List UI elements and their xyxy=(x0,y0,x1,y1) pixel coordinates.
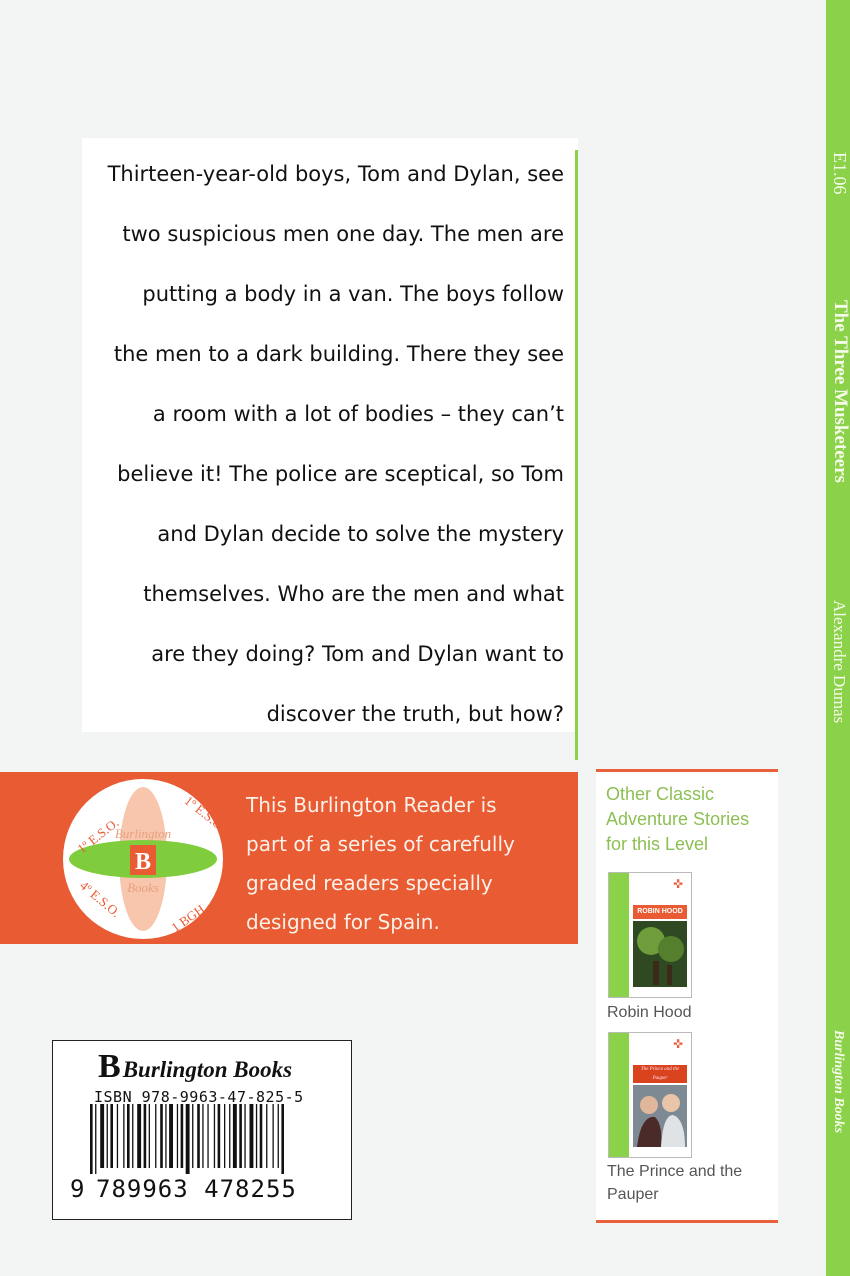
spine-author: Alexandre Dumas xyxy=(830,600,849,724)
barcode-bar xyxy=(127,1104,130,1168)
barcode-bar xyxy=(110,1104,113,1168)
barcode-bar xyxy=(185,1104,190,1174)
publisher-mark: BBurlington Books xyxy=(98,1048,292,1086)
barcode-bar xyxy=(176,1104,179,1168)
barcode-bar xyxy=(277,1104,279,1168)
blurb-line: two suspicious men one day. The men are xyxy=(122,222,564,246)
barcode-bar xyxy=(255,1104,258,1168)
barcode-bar xyxy=(202,1104,204,1168)
barcode-bar xyxy=(95,1104,97,1174)
barcode-bar xyxy=(137,1104,142,1168)
blurb-line: believe it! The police are sceptical, so… xyxy=(117,462,564,486)
barcode-bar xyxy=(244,1104,246,1168)
blurb-line: the men to a dark building. There they s… xyxy=(113,342,564,366)
spine-title: The Three Musketeers xyxy=(830,300,850,483)
heading-line: for this Level xyxy=(606,834,709,854)
barcode-bar xyxy=(281,1104,284,1174)
blurb-line: a room with a lot of bodies – they can’t xyxy=(152,402,564,426)
barcode-bar xyxy=(229,1104,231,1168)
barcode-bar xyxy=(165,1104,167,1168)
series-line: part of a series of carefully xyxy=(246,832,515,856)
series-line: graded readers specially xyxy=(246,871,493,895)
barcode-bar xyxy=(259,1104,263,1168)
barcode-bar xyxy=(155,1104,157,1168)
cover-illustration xyxy=(633,921,687,987)
ean-leading-digit: 9 xyxy=(70,1175,85,1203)
barcode-bars xyxy=(90,1104,284,1174)
book-title-robin-hood: Robin Hood xyxy=(607,1001,692,1024)
blurb-line: putting a body in a van. The boys follow xyxy=(142,282,564,306)
caption-line: The Prince and the xyxy=(607,1163,743,1180)
logo-letter: B xyxy=(135,849,151,875)
heading-line: Other Classic xyxy=(606,784,715,804)
barcode-bar xyxy=(169,1104,173,1168)
series-description: This Burlington Reader is part of a seri… xyxy=(246,786,566,942)
barcode-bar xyxy=(116,1104,119,1168)
barcode-bar xyxy=(217,1104,221,1168)
series-line: This Burlington Reader is xyxy=(246,793,497,817)
book-title-prince-pauper: The Prince and the Pauper xyxy=(607,1160,742,1206)
barcode-bar xyxy=(90,1104,93,1174)
barcode-bar xyxy=(180,1104,184,1168)
series-line: designed for Spain. xyxy=(246,910,440,934)
book-cover-robin-hood[interactable]: ✜ ROBIN HOOD xyxy=(608,872,692,998)
spine-publisher: Burlington Books xyxy=(831,1030,846,1134)
blurb-line: Thirteen-year-old boys, Tom and Dylan, s… xyxy=(107,162,564,186)
heading-line: Adventure Stories xyxy=(606,809,750,829)
publisher-logo-letter: B xyxy=(98,1048,121,1085)
publisher-name: Burlington Books xyxy=(122,1057,293,1082)
barcode-bar xyxy=(160,1104,163,1168)
book-cover-prince-pauper[interactable]: ✜ The Prince and the Pauper xyxy=(608,1032,692,1158)
cover-spine-stripe xyxy=(609,873,629,997)
blurb-line: and Dylan decide to solve the mystery xyxy=(157,522,564,546)
cover-illustration xyxy=(633,1085,687,1147)
spine-code: E1.06 xyxy=(830,152,850,195)
blurb-line: discover the truth, but how? xyxy=(266,702,564,726)
caption-line: Pauper xyxy=(607,1186,659,1203)
barcode-bar xyxy=(239,1104,242,1168)
barcode-bar xyxy=(266,1104,268,1168)
barcode-bar xyxy=(224,1104,226,1168)
caption-line: Robin Hood xyxy=(607,1004,692,1021)
barcode-bar xyxy=(197,1104,200,1168)
barcode-bar xyxy=(232,1104,237,1168)
blurb-text: Thirteen-year-old boys, Tom and Dylan, s… xyxy=(90,144,564,744)
barcode-bar xyxy=(148,1104,150,1168)
blurb-divider xyxy=(575,150,578,760)
barcode-bar xyxy=(143,1104,147,1168)
burlington-logo: B 1º E.S.O. 1º E.S.O. 4º E.S.O. 1 BGH Bu… xyxy=(63,779,228,939)
logo-name-bottom: Books xyxy=(127,880,159,895)
blurb-line: themselves. Who are the men and what xyxy=(143,582,564,606)
other-stories-heading: Other Classic Adventure Stories for this… xyxy=(606,782,776,857)
cover-title-label: The Prince and the Pauper xyxy=(633,1065,687,1083)
blurb-line: are they doing? Tom and Dylan want to xyxy=(151,642,564,666)
barcode-bar xyxy=(207,1104,209,1168)
barcode-bar xyxy=(123,1104,125,1168)
cover-spine-stripe xyxy=(609,1033,629,1157)
barcode-bar xyxy=(100,1104,105,1168)
barcode-bar xyxy=(192,1104,194,1168)
cross-icon: ✜ xyxy=(673,1037,684,1051)
barcode-bar xyxy=(132,1104,134,1168)
barcode-bar xyxy=(106,1104,108,1168)
ean-digits: 789963 478255 xyxy=(96,1175,297,1203)
cover-title-label: ROBIN HOOD xyxy=(633,905,687,919)
logo-name-top: Burlington xyxy=(115,826,171,841)
cross-icon: ✜ xyxy=(673,877,684,891)
barcode-bar xyxy=(249,1104,254,1168)
barcode-bar xyxy=(213,1104,216,1168)
barcode-bar xyxy=(272,1104,274,1168)
